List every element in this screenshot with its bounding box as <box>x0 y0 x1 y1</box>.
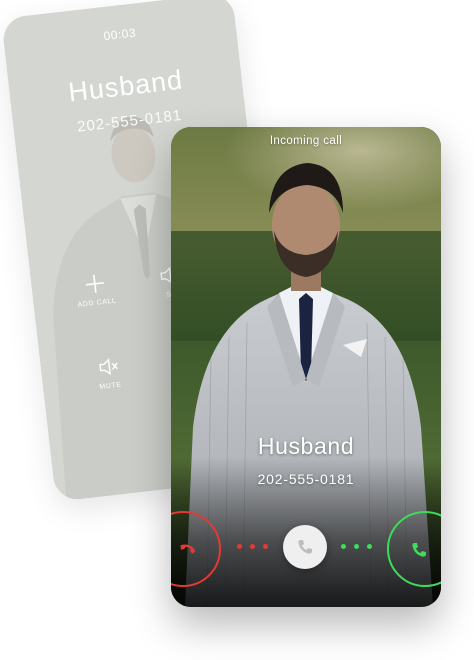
dot <box>237 544 242 549</box>
phone-hangup-icon <box>180 544 196 554</box>
dot <box>263 544 268 549</box>
dot <box>341 544 346 549</box>
dot <box>354 544 359 549</box>
dot <box>367 544 372 549</box>
add-icon <box>85 274 104 293</box>
incoming-call-status: Incoming call <box>269 135 343 147</box>
decline-direction-dots <box>237 544 271 550</box>
caller-name: Husband <box>257 433 355 459</box>
phone-icon <box>298 540 312 554</box>
answer-slider-handle[interactable] <box>283 525 327 569</box>
mute-icon <box>99 358 119 376</box>
dot <box>250 544 255 549</box>
incoming-call-screen: Incoming call Husband 202-555-0181 <box>171 127 441 607</box>
accept-direction-dots <box>341 544 375 550</box>
caller-number: 202-555-0181 <box>257 471 355 487</box>
call-screens-showcase: 00:03 Husband 202-555-0181 ADD CALL SP M… <box>0 0 474 660</box>
phone-icon <box>412 543 426 557</box>
